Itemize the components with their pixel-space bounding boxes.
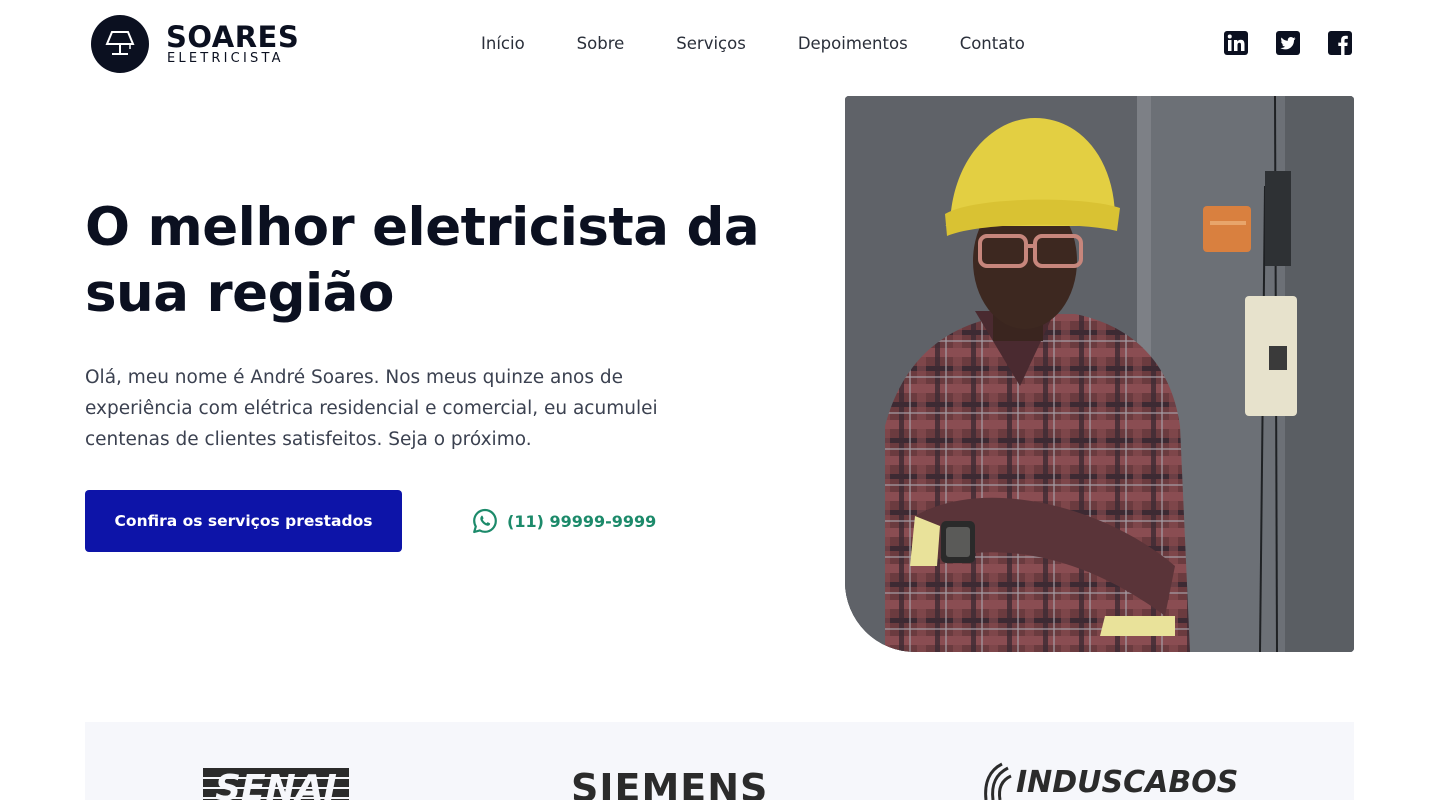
facebook-icon[interactable] [1327, 30, 1353, 56]
hero-title: O melhor eletricista da sua região [85, 195, 765, 327]
main-nav: Início Sobre Serviços Depoimentos Contat… [481, 32, 1077, 56]
induscabos-mark-icon [984, 762, 1012, 800]
phone-number: (11) 99999-9999 [507, 511, 657, 531]
electrician-photo [845, 96, 1354, 652]
partners-bar: SENAI SIEMENS INDUSCABOS [85, 722, 1354, 800]
whatsapp-icon [473, 508, 497, 534]
lamp-icon [91, 15, 149, 73]
partner-senai-name: SENAI [215, 768, 337, 800]
social-links [1223, 30, 1353, 56]
brand-name: SOARES [166, 20, 300, 54]
linkedin-icon[interactable] [1223, 30, 1249, 56]
partner-induscabos-name: INDUSCABOS [1016, 764, 1239, 800]
hero-title-line2: sua região [85, 263, 394, 324]
partner-siemens-name: SIEMENS [571, 766, 769, 800]
partner-siemens-logo: SIEMENS [571, 766, 768, 800]
nav-item-inicio[interactable]: Início [481, 32, 525, 56]
brand-subtitle: ELETRICISTA [167, 51, 284, 66]
partner-induscabos-logo: INDUSCABOS [978, 762, 1238, 800]
site-header: SOARES ELETRICISTA Início Sobre Serviços… [0, 0, 1440, 88]
services-cta-button[interactable]: Confira os serviços prestados [85, 490, 402, 552]
hero-description: Olá, meu nome é André Soares. Nos meus q… [85, 367, 658, 450]
nav-item-contato[interactable]: Contato [960, 32, 1025, 56]
nav-item-sobre[interactable]: Sobre [577, 32, 625, 56]
whatsapp-phone-link[interactable]: (11) 99999-9999 [471, 507, 656, 535]
hero-title-line1: O melhor eletricista da [85, 197, 760, 258]
nav-item-depoimentos[interactable]: Depoimentos [798, 32, 908, 56]
twitter-icon[interactable] [1275, 30, 1301, 56]
nav-item-servicos[interactable]: Serviços [676, 32, 746, 56]
partner-senai-logo: SENAI [203, 766, 349, 800]
brand-logo[interactable]: SOARES ELETRICISTA [91, 15, 299, 73]
